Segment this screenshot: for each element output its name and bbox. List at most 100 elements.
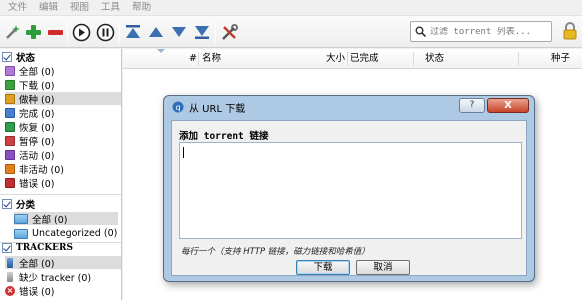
sidebar-item-label: 恢复 (0) [19, 122, 55, 134]
help-button[interactable]: ? [459, 98, 485, 113]
settings-icon[interactable] [219, 22, 239, 42]
close-button[interactable]: X [487, 98, 529, 113]
column-status[interactable]: 状态 [425, 49, 444, 69]
list-header: # 名称 大小 已完成 状态 种子 [123, 49, 582, 69]
checkbox-icon[interactable] [2, 243, 12, 253]
sidebar-item-label: 暂停 (0) [19, 136, 55, 148]
category-item-label: 全部 (0) [32, 214, 68, 226]
toolbar-separator [67, 22, 68, 42]
category-header-label: 分类 [16, 200, 36, 211]
tracker-item-label: 缺少 tracker (0) [19, 272, 92, 284]
lock-icon[interactable] [562, 22, 578, 40]
status-section-header[interactable]: 状态 [2, 50, 35, 64]
tracker-item-error[interactable]: × 错误 (0) [5, 284, 55, 298]
folder-icon [14, 213, 28, 224]
sidebar-item-paused[interactable]: 暂停 (0) [5, 134, 55, 148]
menu-view[interactable]: 视图 [64, 0, 95, 16]
menu-tools[interactable]: 工具 [95, 0, 126, 16]
move-top-icon[interactable] [123, 22, 143, 42]
all-status-icon [5, 65, 15, 76]
download-from-url-dialog: q 从 URL 下载 ? X 添加 torrent 链接 每行一个（支持 HTT… [163, 95, 535, 282]
paused-status-icon [5, 135, 15, 146]
url-textarea[interactable] [179, 142, 522, 239]
column-size[interactable]: 大小 [326, 49, 345, 69]
pause-icon[interactable] [95, 22, 115, 42]
move-bottom-icon[interactable] [192, 22, 212, 42]
seed-status-icon [5, 93, 15, 104]
trackers-header-label: TRACKERS [16, 243, 73, 253]
error-status-icon [5, 177, 15, 188]
column-name[interactable]: 名称 [202, 49, 221, 69]
menu-help[interactable]: 帮助 [126, 0, 157, 16]
column-seeds[interactable]: 种子 [551, 49, 570, 69]
folder-icon [14, 228, 28, 239]
tracker-icon [7, 257, 13, 268]
sidebar-item-resumed[interactable]: 恢复 (0) [5, 120, 55, 134]
resumed-status-icon [5, 121, 15, 132]
tracker-item-label: 全部 (0) [19, 258, 55, 270]
add-icon[interactable] [23, 22, 43, 42]
search-box[interactable] [410, 21, 552, 42]
magic-icon[interactable] [3, 22, 23, 42]
column-separator [347, 52, 348, 66]
column-done[interactable]: 已完成 [350, 49, 379, 69]
sidebar-item-errored[interactable]: 错误 (0) [5, 176, 55, 190]
toolbar-separator [215, 22, 216, 42]
download-button[interactable]: 下载 [296, 260, 350, 275]
text-cursor [183, 147, 184, 158]
column-separator [198, 52, 199, 66]
sidebar-item-label: 下载 (0) [19, 80, 55, 92]
qbittorrent-icon: q [172, 101, 184, 113]
category-item-all[interactable]: 全部 (0) [14, 212, 118, 226]
tracker-item-all[interactable]: 全部 (0) [5, 256, 121, 270]
sidebar-divider [0, 194, 121, 195]
completed-status-icon [5, 107, 15, 118]
sidebar-item-label: 非活动 (0) [19, 164, 64, 176]
dialog-body: 添加 torrent 链接 每行一个（支持 HTTP 链接，磁力链接和哈希值） … [171, 120, 527, 276]
checkbox-icon[interactable] [2, 199, 12, 209]
column-separator [518, 52, 519, 66]
status-header-label: 状态 [16, 53, 36, 64]
sidebar-item-all[interactable]: 全部 (0) [5, 64, 54, 78]
search-icon [415, 26, 426, 37]
category-section-header[interactable]: 分类 [2, 197, 35, 211]
sidebar-item-completed[interactable]: 完成 (0) [5, 106, 55, 120]
dialog-window-buttons: ? X [459, 98, 529, 113]
checkbox-icon[interactable] [2, 52, 12, 62]
sidebar-item-seeding[interactable]: 做种 (0) [5, 92, 121, 106]
url-field-label: 添加 torrent 链接 [179, 131, 269, 142]
sidebar-item-downloading[interactable]: 下载 (0) [5, 78, 55, 92]
svg-text:q: q [175, 103, 180, 112]
sidebar-item-label: 活动 (0) [19, 150, 55, 162]
error-x-icon: × [5, 285, 15, 296]
search-input[interactable] [430, 26, 548, 37]
sidebar-item-active[interactable]: 活动 (0) [5, 148, 55, 162]
remove-icon[interactable] [45, 22, 65, 42]
menu-edit[interactable]: 编辑 [33, 0, 64, 16]
column-separator [413, 52, 414, 66]
sidebar-item-label: 错误 (0) [19, 178, 55, 190]
dialog-hint: 每行一个（支持 HTTP 链接，磁力链接和哈希值） [181, 247, 370, 257]
move-up-icon[interactable] [146, 22, 166, 42]
column-number[interactable]: # [189, 49, 197, 69]
category-item-uncategorized[interactable]: Uncategorized (0) [14, 227, 117, 240]
resume-icon[interactable] [71, 22, 91, 42]
dialog-title: 从 URL 下载 [189, 103, 246, 115]
category-item-label: Uncategorized (0) [32, 228, 118, 239]
sidebar-item-inactive[interactable]: 非活动 (0) [5, 162, 64, 176]
menu-bar: 文件 编辑 视图 工具 帮助 [0, 0, 582, 16]
tracker-icon [7, 271, 13, 282]
tracker-item-label: 错误 (0) [19, 286, 55, 298]
app-window: 文件 编辑 视图 工具 帮助 过滤 torrent 列表... 状态 全部 (0… [0, 0, 582, 300]
tracker-item-trackerless[interactable]: 缺少 tracker (0) [5, 270, 92, 284]
menu-file[interactable]: 文件 [2, 0, 33, 16]
cancel-button[interactable]: 取消 [356, 260, 410, 275]
sidebar-item-label: 做种 (0) [19, 94, 55, 106]
active-status-icon [5, 149, 15, 160]
move-down-icon[interactable] [169, 22, 189, 42]
sidebar-item-label: 完成 (0) [19, 108, 55, 120]
download-status-icon [5, 79, 15, 90]
trackers-section-header[interactable]: TRACKERS [2, 241, 73, 255]
sort-indicator-icon [157, 49, 165, 53]
inactive-status-icon [5, 163, 15, 174]
